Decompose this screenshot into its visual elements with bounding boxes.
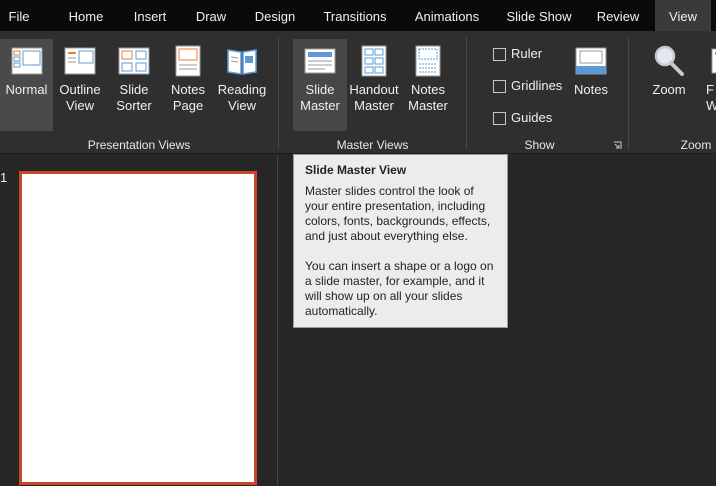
ruler-checkbox-label: Ruler: [511, 46, 543, 61]
tab-animations[interactable]: Animations: [404, 0, 490, 31]
guides-checkbox-box[interactable]: [493, 112, 506, 125]
fit-to-window-label-2: Wi: [706, 98, 716, 113]
zoom-button-label: Zoom: [652, 82, 686, 97]
slide-sorter-button[interactable]: Slide Sorter: [108, 39, 160, 131]
reading-view-button[interactable]: Reading View: [215, 39, 269, 131]
notes-page-label-1: Notes: [171, 82, 205, 97]
group-label-presentation-views: Presentation Views: [87, 138, 191, 152]
group-label-zoom: Zoom: [680, 138, 712, 152]
tab-home[interactable]: Home: [57, 0, 115, 31]
tab-design[interactable]: Design: [245, 0, 305, 31]
slide-sorter-icon: [118, 47, 150, 75]
tooltip-paragraph: Master slides control the look of your e…: [305, 184, 491, 243]
reading-view-label-1: Reading: [217, 82, 267, 97]
magnifier-icon: [654, 45, 684, 76]
notes-page-icon: [175, 45, 201, 77]
handout-master-button[interactable]: Handout Master: [348, 39, 400, 131]
ribbon-tab-bar: File Home Insert Draw Design Transitions…: [0, 0, 716, 31]
tooltip-title: Slide Master View: [305, 163, 407, 177]
group-label-master-views: Master Views: [336, 138, 409, 152]
slide-sorter-label-1: Slide: [119, 82, 149, 97]
notes-master-icon: [415, 45, 441, 77]
notes-master-button[interactable]: Notes Master: [403, 39, 453, 131]
slide-number: 1: [0, 170, 8, 185]
book-icon: [227, 49, 257, 75]
fit-to-window-label-1: F: [706, 82, 714, 97]
group-label-show: Show: [524, 138, 555, 152]
normal-view-button[interactable]: Normal: [0, 39, 53, 131]
ribbon: Normal Outline View Slide Sorter Notes P…: [0, 31, 716, 154]
dialog-launcher-icon[interactable]: [613, 141, 622, 150]
slide-master-button[interactable]: Slide Master: [293, 39, 347, 131]
ruler-checkbox-box[interactable]: [493, 48, 506, 61]
tooltip-paragraph: You can insert a shape or a logo on a sl…: [305, 259, 494, 318]
tab-transitions[interactable]: Transitions: [314, 0, 396, 31]
tab-view[interactable]: View: [655, 0, 711, 31]
handout-master-icon: [361, 45, 387, 77]
tab-draw[interactable]: Draw: [185, 0, 237, 31]
group-separator: [628, 37, 629, 149]
notes-icon: [575, 47, 607, 75]
outline-view-label-2: View: [66, 98, 94, 113]
notes-button-label: Notes: [574, 82, 608, 97]
handout-master-label-2: Master: [354, 98, 394, 113]
outline-view-label-1: Outline: [59, 82, 101, 97]
normal-view-label: Normal: [5, 82, 48, 97]
tab-file[interactable]: File: [0, 0, 38, 31]
group-separator: [466, 37, 467, 149]
tab-insert[interactable]: Insert: [122, 0, 178, 31]
slide-master-tooltip: Slide Master View Master slides control …: [293, 154, 508, 328]
group-separator: [278, 37, 279, 149]
slide-master-icon: [304, 48, 336, 74]
gridlines-checkbox-label: Gridlines: [511, 78, 563, 93]
tab-slide-show[interactable]: Slide Show: [500, 0, 578, 31]
fit-to-window-icon: [711, 48, 716, 74]
zoom-button[interactable]: Zoom: [643, 39, 695, 131]
tab-review[interactable]: Review: [588, 0, 648, 31]
handout-master-label-1: Handout: [349, 82, 399, 97]
fit-to-window-button[interactable]: F Wi: [696, 39, 716, 131]
reading-view-label-2: View: [228, 98, 256, 113]
slide-master-label-1: Slide: [305, 82, 335, 97]
slide-master-label-2: Master: [300, 98, 340, 113]
guides-checkbox-label: Guides: [511, 110, 553, 125]
slide-sorter-label-2: Sorter: [116, 98, 152, 113]
notes-button[interactable]: Notes: [568, 39, 614, 131]
slide-thumbnail[interactable]: [19, 171, 257, 485]
outline-view-icon: [64, 47, 96, 75]
notes-master-label-2: Master: [408, 98, 448, 113]
outline-view-button[interactable]: Outline View: [55, 39, 105, 131]
notes-page-label-2: Page: [172, 98, 204, 113]
normal-view-icon: [11, 47, 42, 75]
notes-master-label-1: Notes: [411, 82, 445, 97]
notes-page-button[interactable]: Notes Page: [163, 39, 213, 131]
gridlines-checkbox-box[interactable]: [493, 80, 506, 93]
